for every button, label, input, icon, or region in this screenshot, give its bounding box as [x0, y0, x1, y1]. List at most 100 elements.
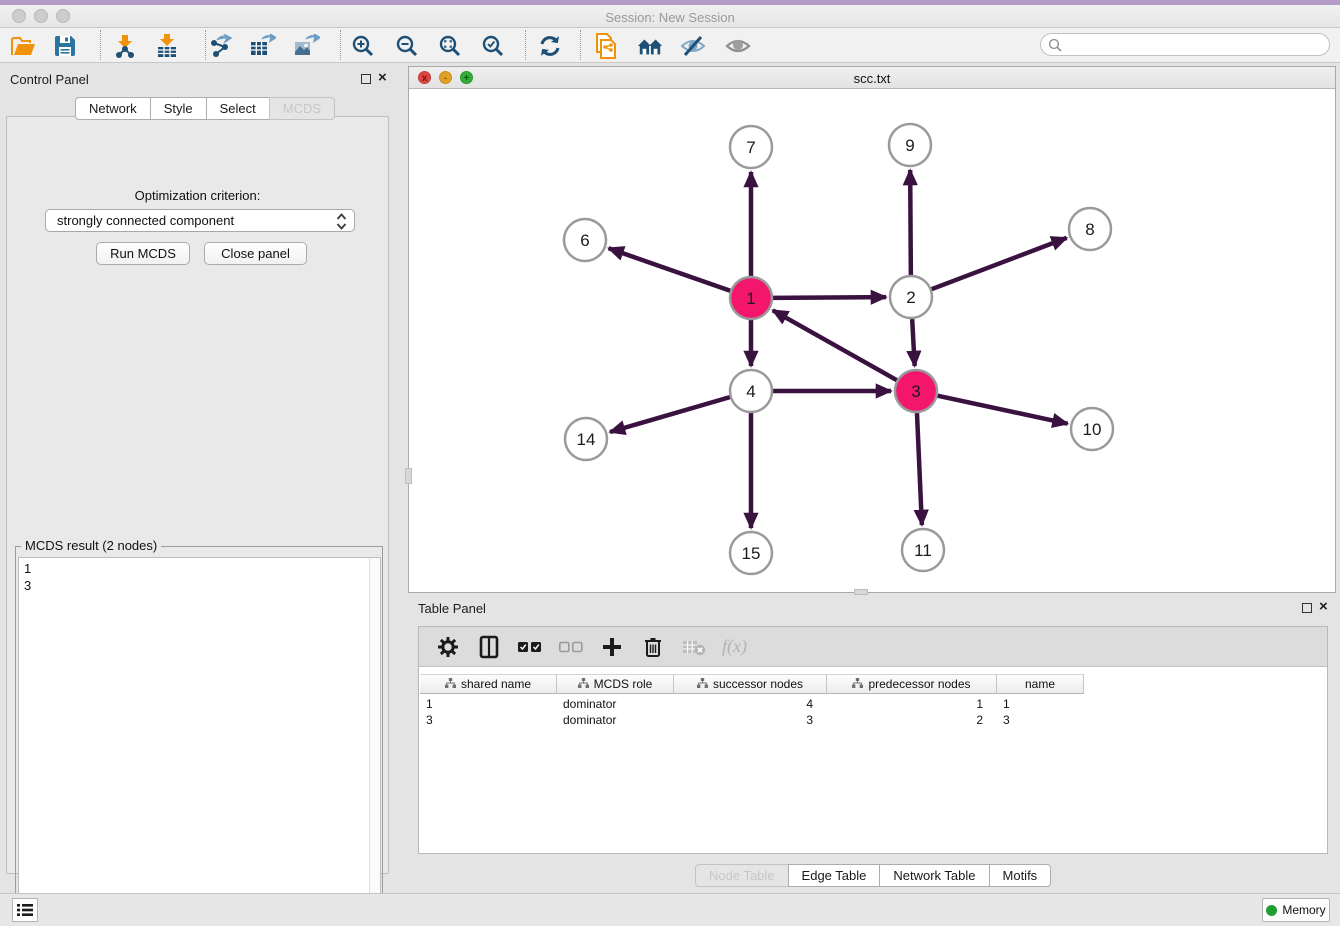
- table-cell[interactable]: dominator: [557, 712, 674, 728]
- graph-edge[interactable]: [910, 170, 911, 275]
- status-bar: Memory: [0, 893, 1340, 926]
- splitter-grip-vertical[interactable]: [405, 468, 412, 484]
- graph-node[interactable]: 15: [730, 532, 772, 574]
- mcds-result-textarea[interactable]: 1 3: [18, 557, 381, 923]
- graph-edge[interactable]: [912, 319, 915, 366]
- search-icon: [1048, 38, 1062, 57]
- memory-button[interactable]: Memory: [1262, 898, 1330, 922]
- table-cell[interactable]: 2: [827, 712, 997, 728]
- import-table-icon[interactable]: [154, 33, 180, 59]
- graph-edge[interactable]: [938, 396, 1068, 424]
- table-cell[interactable]: 3: [997, 712, 1084, 728]
- graph-edge[interactable]: [773, 310, 897, 380]
- table-cell[interactable]: dominator: [557, 696, 674, 712]
- optimization-criterion-label: Optimization criterion:: [7, 188, 388, 203]
- hierarchy-icon: [578, 677, 589, 691]
- clone-network-icon[interactable]: [593, 33, 619, 59]
- run-mcds-button[interactable]: Run MCDS: [96, 242, 190, 265]
- graph-node[interactable]: 11: [902, 529, 944, 571]
- graph-edge[interactable]: [609, 248, 731, 290]
- table-cell[interactable]: 1: [420, 696, 557, 712]
- network-view-window: x - + scc.txt 1234678910111415: [408, 66, 1336, 593]
- graph-node[interactable]: 1: [730, 277, 772, 319]
- close-panel-icon[interactable]: ×: [1319, 602, 1328, 612]
- zoom-in-icon[interactable]: [350, 33, 376, 59]
- show-all-icon[interactable]: [725, 33, 751, 59]
- graph-node-label: 6: [580, 231, 589, 250]
- table-cell[interactable]: 1: [827, 696, 997, 712]
- column-header[interactable]: predecessor nodes: [827, 674, 997, 694]
- toolbar-separator: [205, 30, 206, 60]
- export-table-icon[interactable]: [250, 33, 276, 59]
- tab-motifs[interactable]: Motifs: [989, 864, 1052, 887]
- close-panel-button[interactable]: Close panel: [204, 242, 307, 265]
- network-canvas[interactable]: 1 2 3 4 6 7 8 9 10 11 14 15: [409, 89, 1335, 592]
- graph-node-label: 8: [1085, 220, 1094, 239]
- graph-node[interactable]: 9: [889, 124, 931, 166]
- search-input[interactable]: [1067, 35, 1322, 54]
- float-panel-icon[interactable]: [361, 74, 371, 84]
- graph-node[interactable]: 3: [895, 370, 937, 412]
- graph-node[interactable]: 14: [565, 418, 607, 460]
- tab-edge-table[interactable]: Edge Table: [788, 864, 881, 887]
- graph-node[interactable]: 7: [730, 126, 772, 168]
- tab-network[interactable]: Network: [75, 97, 151, 120]
- close-panel-icon[interactable]: ×: [378, 73, 387, 83]
- zoom-selected-icon[interactable]: [480, 33, 506, 59]
- graph-edge[interactable]: [610, 397, 730, 432]
- table-cell[interactable]: 3: [674, 712, 827, 728]
- column-header[interactable]: MCDS role: [557, 674, 674, 694]
- tab-style[interactable]: Style: [150, 97, 207, 120]
- export-image-icon[interactable]: [294, 33, 320, 59]
- hide-selected-icon[interactable]: [680, 33, 706, 59]
- control-panel-title: Control Panel: [10, 72, 89, 87]
- graph-node[interactable]: 8: [1069, 208, 1111, 250]
- gear-icon[interactable]: [435, 634, 461, 660]
- graph-node[interactable]: 2: [890, 276, 932, 318]
- column-header[interactable]: shared name: [420, 674, 557, 694]
- delete-column-icon[interactable]: [640, 634, 666, 660]
- graph-node[interactable]: 10: [1071, 408, 1113, 450]
- task-history-button[interactable]: [12, 898, 38, 922]
- table-row[interactable]: 3dominator323: [420, 712, 1084, 728]
- tab-mcds[interactable]: MCDS: [269, 97, 335, 120]
- graph-edge[interactable]: [932, 238, 1067, 289]
- hierarchy-icon: [445, 677, 456, 691]
- table-row[interactable]: 1dominator411: [420, 696, 1084, 712]
- scrollbar-track[interactable]: [369, 558, 380, 922]
- show-columns-icon[interactable]: [476, 634, 502, 660]
- graph-node-label: 10: [1083, 420, 1102, 439]
- deselect-all-checkboxes-icon[interactable]: [558, 634, 584, 660]
- graph-node-label: 1: [746, 289, 755, 308]
- float-panel-icon[interactable]: [1302, 603, 1312, 613]
- select-all-checkboxes-icon[interactable]: [517, 634, 543, 660]
- table-cell[interactable]: 1: [997, 696, 1084, 712]
- home-layout-icon[interactable]: [637, 33, 663, 59]
- save-session-icon[interactable]: [52, 33, 78, 59]
- zoom-out-icon[interactable]: [394, 33, 420, 59]
- tab-node-table[interactable]: Node Table: [695, 864, 789, 887]
- graph-node[interactable]: 6: [564, 219, 606, 261]
- add-column-icon[interactable]: [599, 634, 625, 660]
- table-cell[interactable]: 4: [674, 696, 827, 712]
- toolbar-separator: [100, 30, 101, 60]
- export-network-icon[interactable]: [208, 33, 234, 59]
- criterion-select[interactable]: strongly connected component: [45, 209, 355, 232]
- open-session-icon[interactable]: [10, 33, 36, 59]
- tab-select[interactable]: Select: [206, 97, 270, 120]
- criterion-value: strongly connected component: [57, 213, 234, 228]
- tab-network-table[interactable]: Network Table: [879, 864, 989, 887]
- node-table-container: f(x) shared nameMCDS rolesuccessor nodes…: [418, 626, 1328, 854]
- graph-node-label: 3: [911, 382, 920, 401]
- graph-edge[interactable]: [773, 297, 886, 298]
- zoom-fit-icon[interactable]: [437, 33, 463, 59]
- refresh-icon[interactable]: [537, 33, 563, 59]
- column-header[interactable]: successor nodes: [674, 674, 827, 694]
- graph-node-label: 2: [906, 288, 915, 307]
- table-cell[interactable]: 3: [420, 712, 557, 728]
- column-header[interactable]: name: [997, 674, 1084, 694]
- graph-edge[interactable]: [917, 413, 922, 525]
- graph-node[interactable]: 4: [730, 370, 772, 412]
- import-network-icon[interactable]: [112, 33, 138, 59]
- memory-status-icon: [1266, 905, 1277, 916]
